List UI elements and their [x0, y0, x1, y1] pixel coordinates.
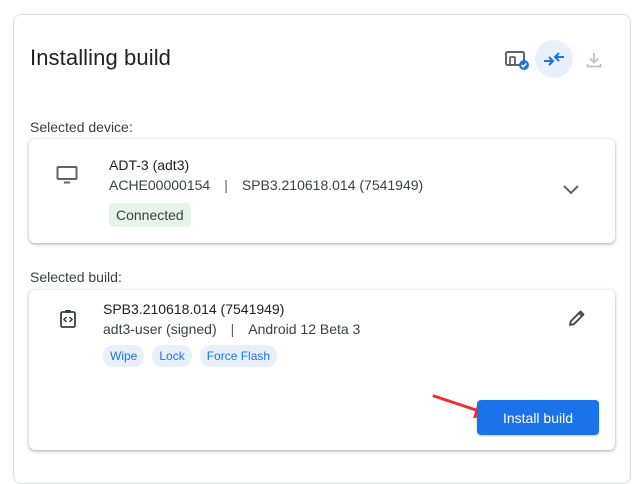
device-details: ACHE00000154 | SPB3.210618.014 (7541949) — [109, 177, 423, 193]
download-icon — [586, 53, 602, 68]
option-force-flash-chip: Force Flash — [199, 345, 278, 367]
build-release: Android 12 Beta 3 — [248, 321, 361, 337]
selected-build-label: Selected build: — [30, 269, 122, 285]
connect-button[interactable] — [535, 40, 573, 78]
status-badge: Connected — [109, 203, 191, 227]
build-details: adt3-user (signed) | Android 12 Beta 3 — [103, 321, 360, 337]
connect-arrows-icon — [544, 52, 564, 66]
build-package-icon — [60, 310, 76, 328]
page-title: Installing build — [30, 45, 172, 70]
build-target: adt3-user (signed) — [103, 321, 217, 337]
build-id: SPB3.210618.014 (7541949) — [103, 301, 285, 317]
chevron-down-icon[interactable] — [562, 184, 580, 196]
detail-separator: | — [230, 321, 235, 337]
monitor-icon — [56, 166, 78, 184]
edit-pencil-icon[interactable] — [567, 308, 587, 328]
install-build-button[interactable]: Install build — [477, 400, 599, 435]
device-check-icon — [505, 51, 529, 70]
detail-separator: | — [224, 177, 228, 193]
device-build: SPB3.210618.014 (7541949) — [241, 177, 424, 193]
option-wipe-chip: Wipe — [103, 345, 145, 367]
selected-device-label: Selected device: — [30, 119, 133, 135]
option-lock-chip: Lock — [152, 345, 192, 367]
device-name: ADT-3 (adt3) — [109, 157, 190, 173]
device-serial: ACHE00000154 — [109, 177, 211, 193]
device-check-button[interactable] — [498, 41, 536, 79]
download-button[interactable] — [575, 41, 613, 79]
device-card[interactable]: ADT-3 (adt3) ACHE00000154 | SPB3.210618.01… — [29, 139, 615, 243]
build-options: Wipe Lock Force Flash — [103, 345, 278, 367]
